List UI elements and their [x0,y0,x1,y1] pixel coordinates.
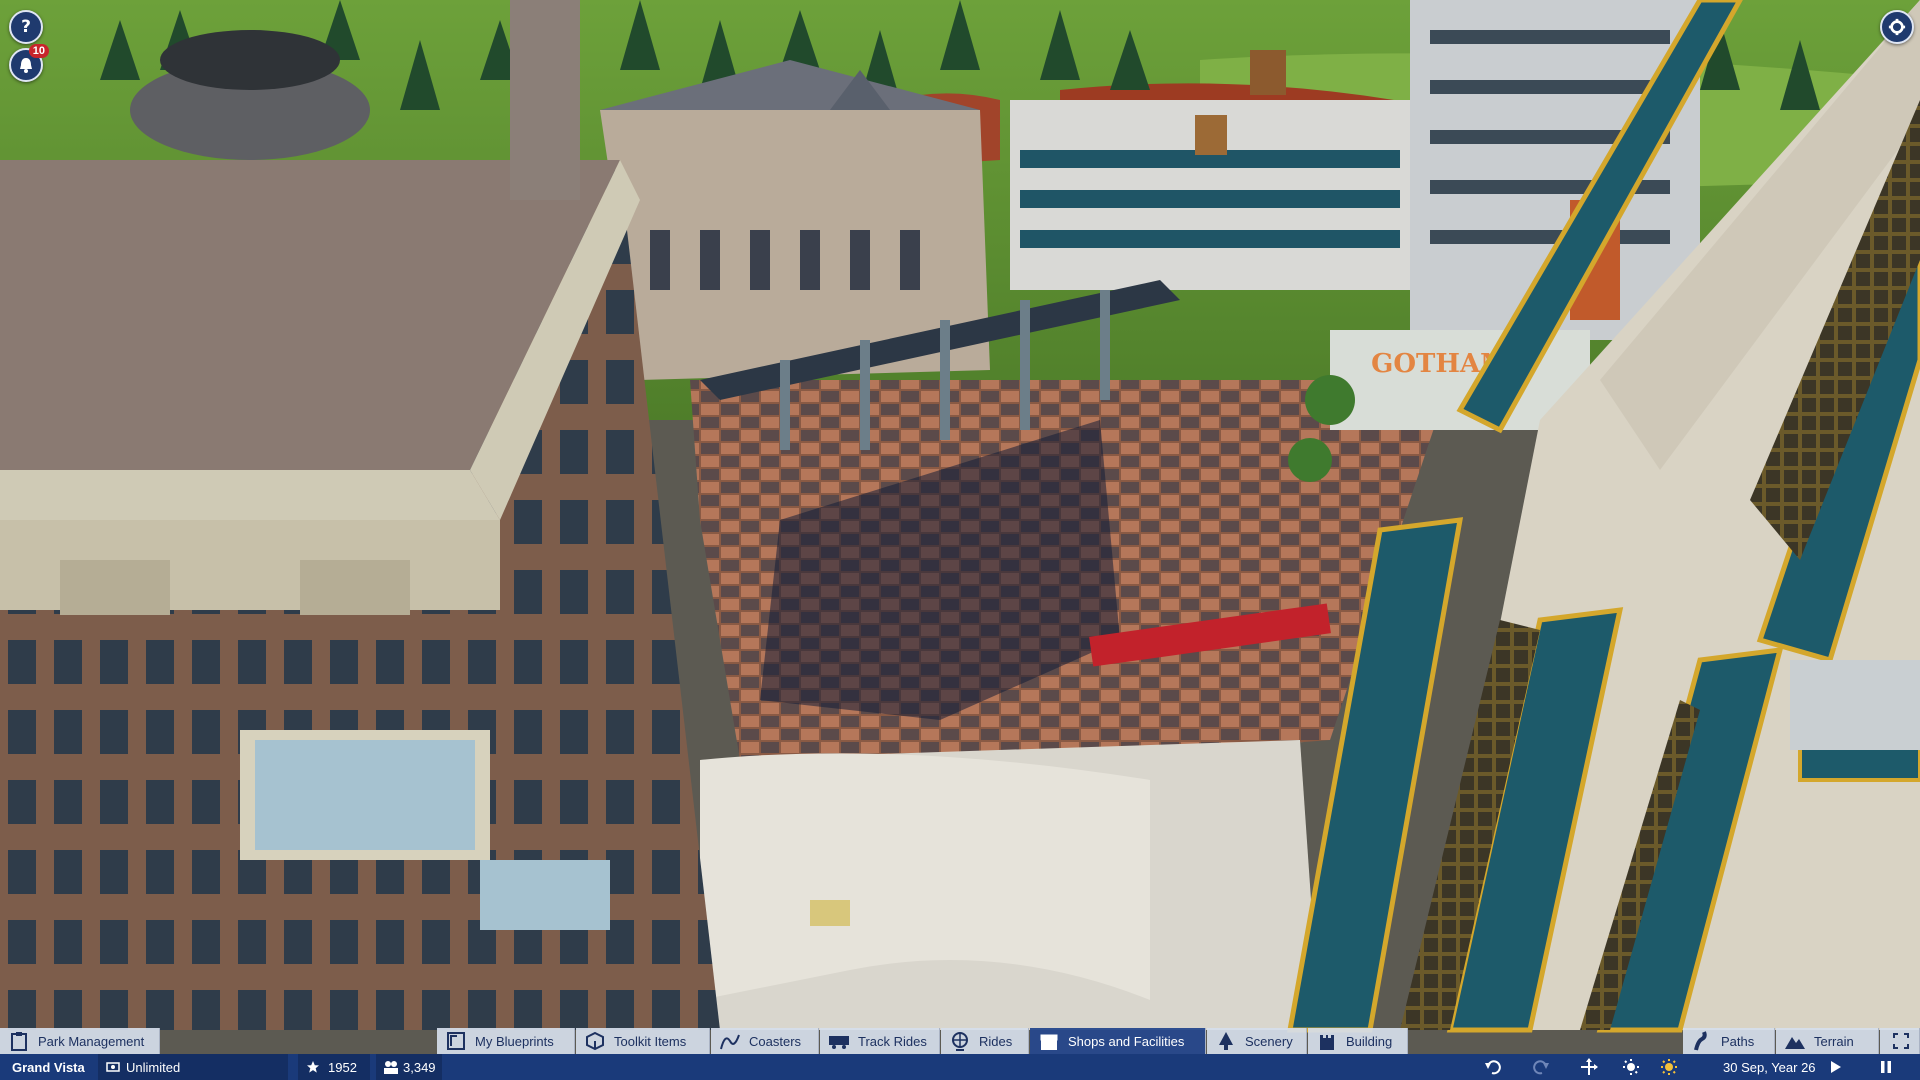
money-field[interactable]: Unlimited [98,1054,288,1080]
blueprint-icon [445,1031,467,1051]
my-blueprints-label: My Blueprints [475,1033,554,1049]
cube-icon [584,1031,606,1051]
undo-icon [1485,1060,1501,1075]
expand-icon [1890,1031,1911,1051]
scenery-button[interactable]: Scenery [1207,1028,1307,1054]
rides-label: Rides [979,1033,1013,1049]
coasters-label: Coasters [749,1033,802,1049]
my-blueprints-button[interactable]: My Blueprints [437,1028,575,1054]
terrain-button[interactable]: Terrain [1776,1028,1879,1054]
move-icon [1581,1058,1598,1075]
building-button[interactable]: Building [1308,1028,1408,1054]
scenery-label: Scenery [1245,1033,1293,1049]
shops-facilities-button[interactable]: Shops and Facilities [1030,1028,1206,1054]
building-label: Building [1346,1033,1393,1049]
expand-toolbar-button[interactable] [1880,1028,1920,1054]
help-label: ? [21,17,31,37]
track-rides-button[interactable]: Track Rides [820,1028,940,1054]
status-bar: Grand Vista Unlimited 1952 3,349 30 Sep,… [0,1054,1920,1080]
train-icon [828,1031,850,1051]
bell-icon [20,58,32,73]
castle-icon [1316,1031,1338,1051]
track-rides-label: Track Rides [858,1033,927,1049]
pause-icon [1881,1061,1891,1073]
guests-field[interactable]: 3,349 [376,1054,442,1080]
ferris-wheel-icon [949,1031,971,1051]
date-value: 30 Sep, Year 26 [1723,1059,1816,1075]
shop-icon [1038,1031,1060,1051]
rating-value: 1952 [328,1059,357,1075]
rides-button[interactable]: Rides [941,1028,1029,1054]
day-night-icon [1623,1059,1639,1075]
date-display: 30 Sep, Year 26 [1723,1054,1823,1080]
notification-count-badge: 10 [28,44,49,58]
day-night-button[interactable] [1622,1054,1646,1080]
build-toolbar: Park Management My Blueprints Toolkit It… [0,1028,1920,1054]
redo-button[interactable] [1532,1054,1556,1080]
redo-icon [1533,1060,1549,1075]
money-value: Unlimited [126,1059,181,1075]
guests-icon [382,1058,400,1076]
terrain-label: Terrain [1814,1033,1854,1049]
coasters-button[interactable]: Coasters [711,1028,819,1054]
shops-facilities-label: Shops and Facilities [1068,1033,1185,1049]
game-viewport[interactable]: GOTHAM [0,0,1920,1080]
mountain-icon [1784,1031,1806,1051]
toolkit-items-label: Toolkit Items [614,1033,687,1049]
undo-button[interactable] [1484,1054,1508,1080]
sun-icon [1661,1059,1677,1075]
park-management-button[interactable]: Park Management [0,1028,160,1054]
paths-label: Paths [1721,1033,1755,1049]
guests-value: 3,349 [403,1059,436,1075]
notifications-button[interactable]: 10 [9,44,49,82]
star-icon [304,1058,322,1076]
park-management-label: Park Management [38,1033,145,1049]
weather-icon-button[interactable] [1660,1054,1684,1080]
pause-button[interactable] [1880,1054,1904,1080]
gear-icon [1888,18,1906,36]
camera-button[interactable] [1580,1054,1604,1080]
toolkit-items-button[interactable]: Toolkit Items [576,1028,710,1054]
play-icon [1831,1061,1841,1073]
tree-icon [1215,1031,1237,1051]
path-icon [1691,1031,1713,1051]
park-name[interactable]: Grand Vista [12,1054,92,1080]
money-icon [104,1058,122,1076]
rating-field[interactable]: 1952 [298,1054,370,1080]
coaster-icon [719,1031,741,1051]
play-button[interactable] [1830,1054,1854,1080]
settings-button[interactable] [1880,10,1914,44]
help-button[interactable]: ? [9,10,43,44]
clipboard-icon [8,1031,30,1051]
paths-button[interactable]: Paths [1683,1028,1775,1054]
park-name-label: Grand Vista [12,1059,85,1075]
